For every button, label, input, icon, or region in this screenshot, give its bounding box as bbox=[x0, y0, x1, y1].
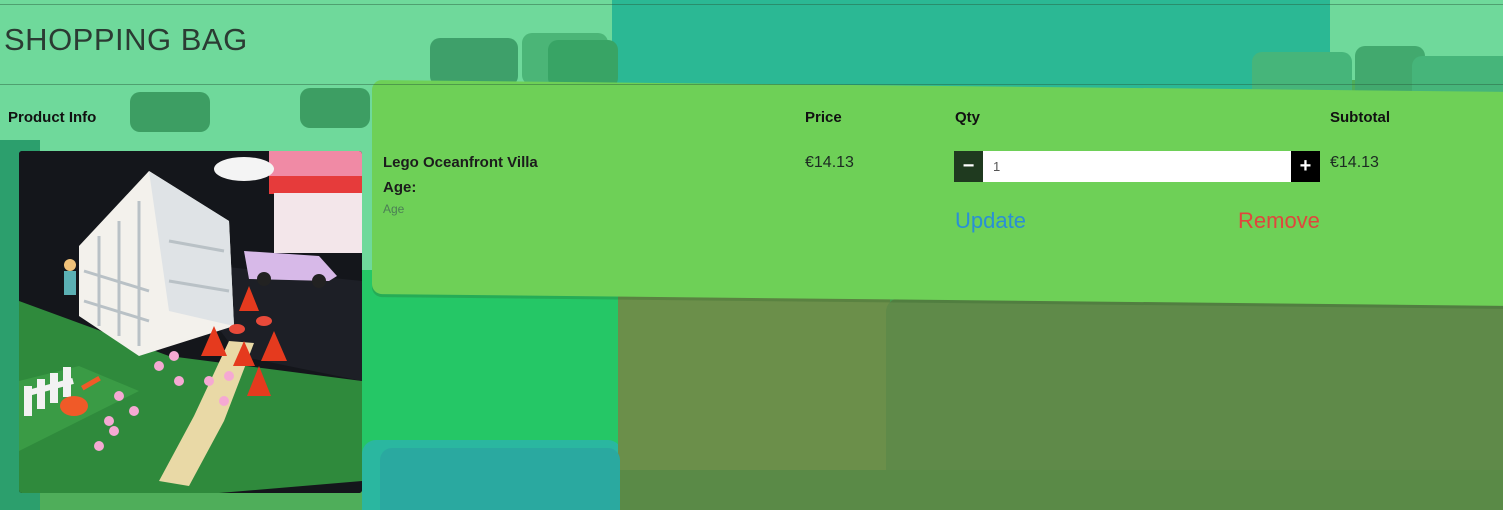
age-label: Age: bbox=[383, 179, 417, 196]
update-link[interactable]: Update bbox=[955, 208, 1026, 234]
header-subtotal: Subtotal bbox=[1330, 109, 1390, 126]
remove-link[interactable]: Remove bbox=[1238, 208, 1320, 234]
top-divider bbox=[0, 4, 1503, 5]
header-product-info: Product Info bbox=[8, 109, 97, 126]
page-title: SHOPPING BAG bbox=[4, 22, 248, 57]
product-subtotal: €14.13 bbox=[1330, 154, 1379, 171]
quantity-input[interactable] bbox=[983, 151, 1291, 182]
header-price: Price bbox=[805, 109, 842, 126]
product-name: Lego Oceanfront Villa bbox=[383, 154, 538, 171]
product-image[interactable] bbox=[19, 151, 362, 493]
title-divider bbox=[0, 84, 1503, 85]
product-price: €14.13 bbox=[805, 154, 854, 171]
product-image-illustration bbox=[19, 151, 362, 493]
age-value: Age bbox=[383, 202, 405, 216]
increment-button[interactable]: + bbox=[1291, 151, 1320, 182]
header-qty: Qty bbox=[955, 109, 981, 126]
shopping-bag-page: SHOPPING BAG Product Info Price Qty Subt… bbox=[0, 0, 1503, 510]
decrement-button[interactable]: − bbox=[954, 151, 983, 182]
